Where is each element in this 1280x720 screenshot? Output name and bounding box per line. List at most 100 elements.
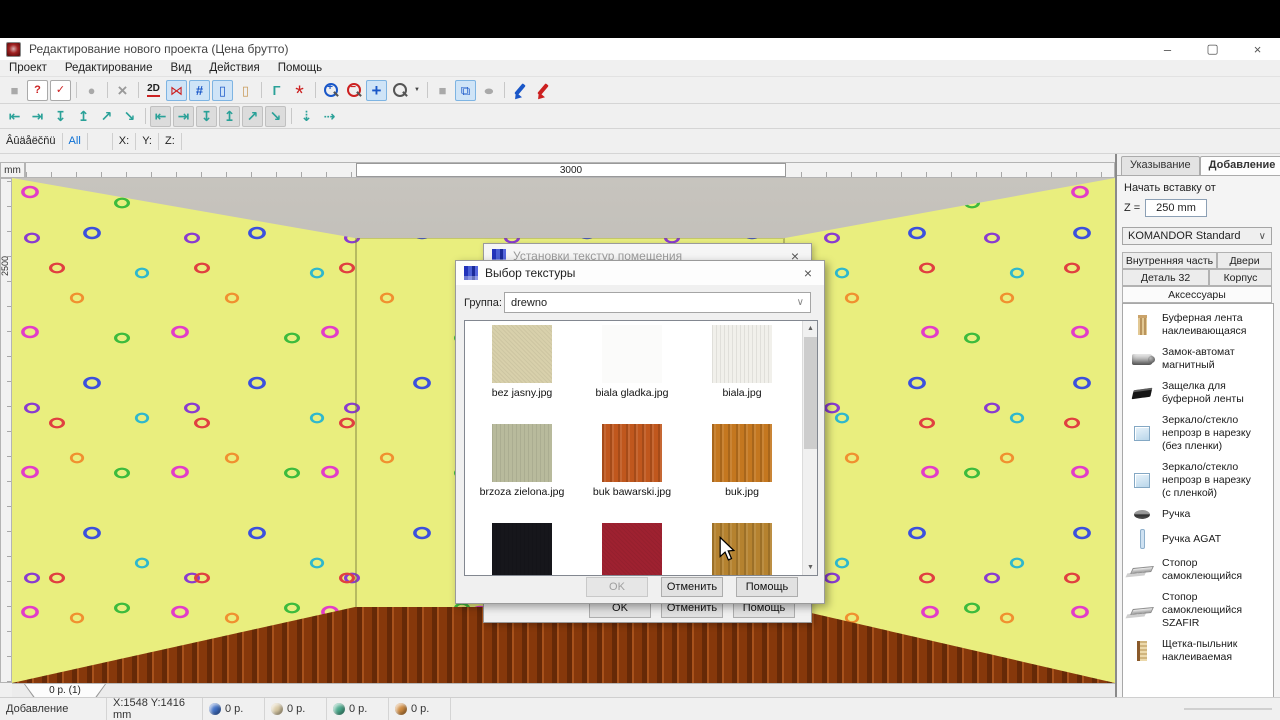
selection-filter-all[interactable]: All	[63, 132, 88, 150]
texture-item[interactable]: buk.jpg	[687, 424, 797, 523]
axes-star-icon[interactable]: *	[289, 80, 310, 105]
texture-select-dialog-title-bar[interactable]: Выбор текстуры ×	[456, 261, 824, 285]
layers-view-icon[interactable]: ⧉	[455, 79, 476, 101]
texture-thumbnail[interactable]	[712, 325, 772, 383]
align-right-icon[interactable]: ⇥	[27, 106, 48, 127]
zoom-caret-icon[interactable]: ▼	[412, 80, 422, 101]
separator[interactable]	[142, 107, 148, 125]
accessory-item[interactable]: Зеркало/стекло непрозр в нарезку (с плен…	[1129, 461, 1269, 500]
dock-left-icon[interactable]: ⇤	[150, 105, 171, 127]
grid-icon[interactable]: #	[189, 79, 210, 101]
dock-box-in-icon[interactable]: ↘	[265, 105, 286, 127]
menu-item[interactable]: Действия	[200, 62, 268, 74]
menu-item[interactable]: Проект	[0, 62, 56, 74]
close-button[interactable]: ×	[1235, 38, 1280, 60]
delete-icon[interactable]: ×	[112, 80, 133, 101]
zoom-out-icon[interactable]: −	[343, 80, 364, 101]
texture-thumbnail[interactable]	[602, 424, 662, 482]
texture-item[interactable]: biala.jpg	[687, 325, 797, 424]
save-project-icon[interactable]: ✓	[50, 79, 71, 101]
separator[interactable]	[73, 81, 79, 99]
texture-thumbnail[interactable]	[712, 424, 772, 482]
texture-item[interactable]: biala gladka.jpg	[577, 325, 687, 424]
top-view-icon[interactable]: ⋈	[166, 79, 187, 101]
dialog-button[interactable]: Помощь	[736, 577, 798, 597]
shade-view-icon[interactable]: ●	[478, 80, 499, 101]
dialog-button[interactable]: OK	[586, 577, 648, 597]
texture-thumbnail[interactable]	[602, 523, 662, 575]
mode-tab[interactable]: Добавление	[1199, 156, 1280, 175]
accessory-item[interactable]: Защелка для буферной ленты	[1129, 380, 1269, 406]
accessory-item[interactable]: Замок-автомат магнитный	[1129, 346, 1269, 372]
view-2d-icon[interactable]: 2D	[143, 80, 164, 101]
tool-blob-icon[interactable]: ●	[81, 80, 102, 101]
texture-group-select[interactable]: drewno ∨	[504, 292, 811, 313]
close-icon[interactable]: ×	[800, 265, 816, 281]
tab-body[interactable]: Корпус	[1209, 269, 1272, 286]
texture-item[interactable]	[467, 523, 577, 575]
accessory-item[interactable]: Зеркало/стекло непрозр в нарезку (без пл…	[1129, 414, 1269, 453]
align-box-in-icon[interactable]: ↘	[119, 106, 140, 127]
texture-item[interactable]: buk bawarski.jpg	[577, 424, 687, 523]
mode-tab[interactable]: Указывание	[1121, 156, 1200, 175]
scroll-up-icon[interactable]: ▲	[803, 321, 817, 336]
sheet-tab[interactable]: 0 р. (1)	[24, 684, 106, 698]
separator[interactable]	[104, 81, 110, 99]
align-box-out-icon[interactable]: ↗	[96, 106, 117, 127]
texture-pen-icon[interactable]	[532, 80, 553, 101]
distribute-v-icon[interactable]: ⇣	[296, 106, 317, 127]
zoom-in-icon[interactable]: +	[320, 80, 341, 101]
dock-bottom-icon[interactable]: ↧	[196, 105, 217, 127]
separator[interactable]	[501, 81, 507, 99]
distribute-h-icon[interactable]: ⇢	[319, 106, 340, 127]
separator[interactable]	[312, 81, 318, 99]
z-value-input[interactable]: 250 mm	[1145, 199, 1207, 217]
door-icon[interactable]: ▯	[235, 80, 256, 101]
texture-item[interactable]	[577, 523, 687, 575]
placeholder-icon[interactable]: ■	[4, 80, 25, 101]
open-project-icon[interactable]: ?	[27, 79, 48, 101]
dock-box-out-icon[interactable]: ↗	[242, 105, 263, 127]
texture-thumbnail[interactable]	[492, 325, 552, 383]
dialog-button[interactable]: Отменить	[661, 577, 723, 597]
align-left-icon[interactable]: ⇤	[4, 106, 25, 127]
separator[interactable]	[135, 81, 141, 99]
separator[interactable]	[288, 107, 294, 125]
tab-doors[interactable]: Двери	[1217, 252, 1272, 269]
corner-profile-icon[interactable]: Γ	[266, 80, 287, 101]
scrollbar-thumb[interactable]	[804, 337, 817, 449]
scrollbar[interactable]: ▲ ▼	[802, 321, 817, 575]
texture-pen-add-icon[interactable]	[509, 80, 530, 101]
menu-item[interactable]: Вид	[162, 62, 201, 74]
separator[interactable]	[424, 81, 430, 99]
texture-thumbnail[interactable]	[602, 325, 662, 383]
accessory-item[interactable]: Стопор самоклеющийся SZAFIR	[1129, 591, 1269, 630]
solid-view-icon[interactable]: ■	[432, 80, 453, 101]
texture-item[interactable]	[687, 523, 797, 575]
accessory-item[interactable]: Буферная лента наклеивающаяся	[1129, 312, 1269, 338]
zoom-select-icon[interactable]	[389, 80, 410, 101]
texture-item[interactable]: brzoza zielona.jpg	[467, 424, 577, 523]
align-bottom-icon[interactable]: ↧	[50, 106, 71, 127]
menu-item[interactable]: Редактирование	[56, 62, 162, 74]
front-panel-icon[interactable]: ▯	[212, 79, 233, 101]
separator[interactable]	[258, 81, 264, 99]
catalog-select[interactable]: KOMANDOR Standard ∨	[1122, 227, 1272, 245]
accessory-item[interactable]: Щетка-пыльник наклеиваемая	[1129, 638, 1269, 664]
menu-item[interactable]: Помощь	[269, 62, 331, 74]
align-top-icon[interactable]: ↥	[73, 106, 94, 127]
minimize-button[interactable]: –	[1145, 38, 1190, 60]
accessory-item[interactable]: Ручка AGAT	[1129, 529, 1269, 549]
tab-detail-32[interactable]: Деталь 32	[1122, 269, 1209, 286]
texture-item[interactable]: bez jasny.jpg	[467, 325, 577, 424]
scroll-down-icon[interactable]: ▼	[803, 560, 817, 575]
texture-thumbnail[interactable]	[492, 424, 552, 482]
restore-button[interactable]: ▢	[1190, 38, 1235, 60]
zoom-fit-icon[interactable]: +	[366, 79, 387, 101]
dock-right-icon[interactable]: ⇥	[173, 105, 194, 127]
dock-top-icon[interactable]: ↥	[219, 105, 240, 127]
texture-thumbnail[interactable]	[492, 523, 552, 575]
tab-inner-part[interactable]: Внутренняя часть	[1122, 252, 1217, 269]
accessory-item[interactable]: Ручка	[1129, 508, 1269, 521]
tab-accessories[interactable]: Аксессуары	[1122, 286, 1272, 303]
